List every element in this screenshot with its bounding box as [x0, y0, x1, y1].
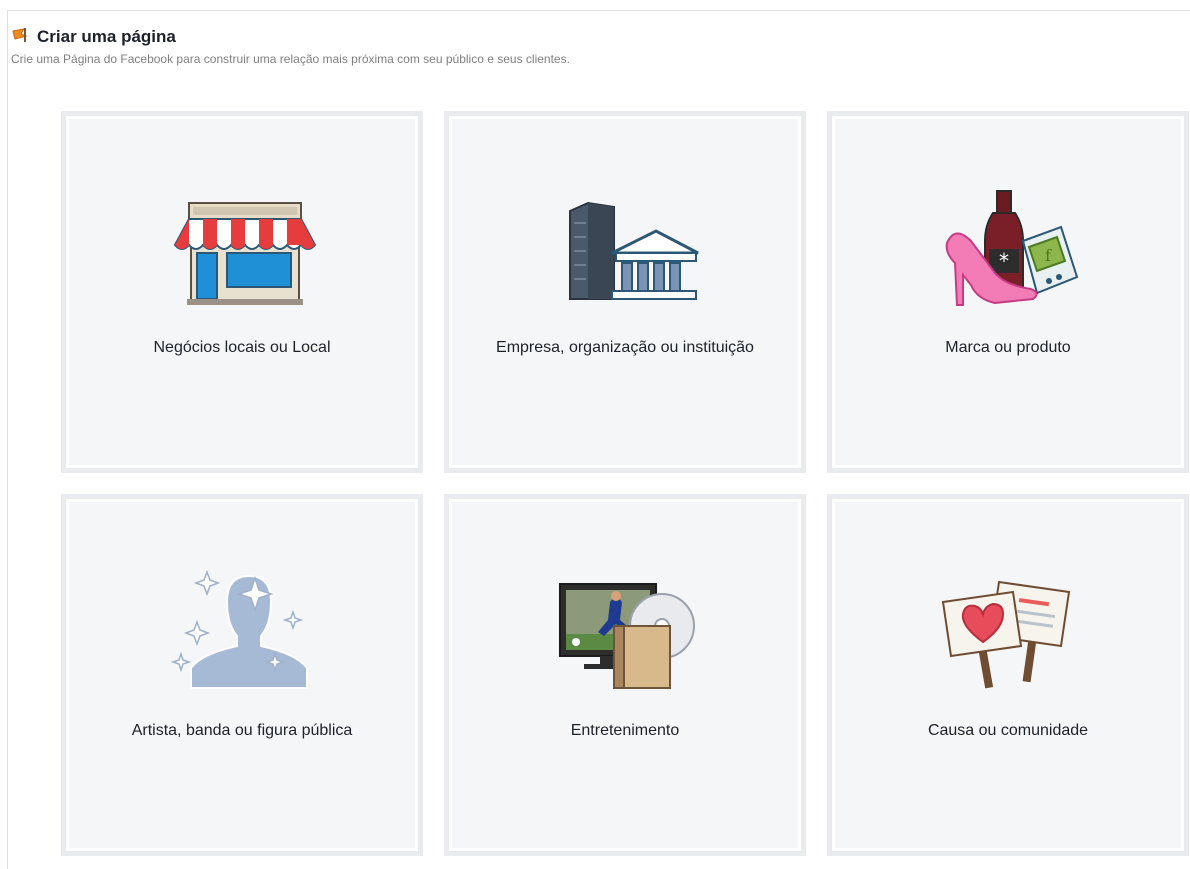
- page-header: Criar uma página Crie uma Página do Face…: [11, 26, 570, 66]
- flag-icon: [11, 27, 29, 48]
- page-title: Criar uma página: [37, 27, 176, 46]
- category-label: Entretenimento: [570, 722, 680, 739]
- svg-text:*: *: [999, 249, 1009, 273]
- category-label: Empresa, organização ou instituição: [496, 339, 754, 356]
- category-label: Artista, banda ou figura pública: [131, 722, 353, 739]
- category-tile-entertainment[interactable]: Entretenimento: [444, 494, 806, 856]
- public-figure-icon: [167, 564, 317, 694]
- category-label: Causa ou comunidade: [927, 722, 1089, 739]
- title-row: Criar uma página: [11, 26, 570, 48]
- category-tile-brand-product[interactable]: * f Marca ou produto: [827, 111, 1189, 473]
- company-building-icon: [550, 181, 700, 311]
- page-subtitle: Crie uma Página do Facebook para constru…: [11, 52, 570, 66]
- category-tile-local-business[interactable]: Negócios locais ou Local: [61, 111, 423, 473]
- brand-product-icon: * f: [933, 181, 1083, 311]
- cause-signs-icon: [933, 564, 1083, 694]
- category-tile-cause-community[interactable]: Causa ou comunidade: [827, 494, 1189, 856]
- category-label: Negócios locais ou Local: [153, 339, 331, 356]
- storefront-icon: [167, 181, 317, 311]
- entertainment-icon: [550, 564, 700, 694]
- category-tile-company[interactable]: Empresa, organização ou instituição: [444, 111, 806, 473]
- category-label: Marca ou produto: [945, 339, 1071, 356]
- category-tile-artist[interactable]: Artista, banda ou figura pública: [61, 494, 423, 856]
